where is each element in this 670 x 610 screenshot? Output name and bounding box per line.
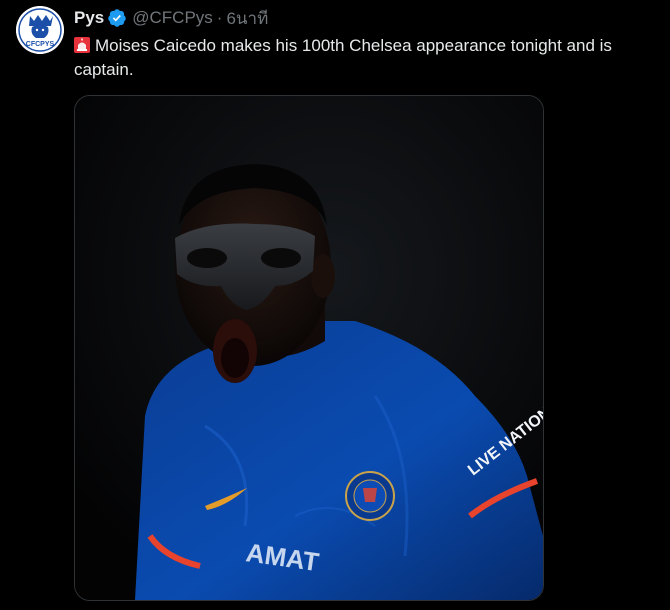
author-handle[interactable]: @CFCPys	[132, 8, 213, 28]
avatar[interactable]: CFCPYS	[16, 6, 64, 54]
player-photo: AMAT LIVE NATION	[75, 96, 543, 600]
avatar-logo: CFCPYS	[16, 6, 64, 54]
avatar-text: CFCPYS	[26, 41, 55, 48]
tweet-media-photo[interactable]: AMAT LIVE NATION	[74, 95, 544, 601]
timestamp[interactable]: 6นาที	[226, 5, 268, 32]
display-name[interactable]: Pys	[74, 8, 104, 28]
tweet-content: Pys @CFCPys · 6นาที Moises Caicedo makes…	[74, 6, 662, 82]
tweet-header: Pys @CFCPys · 6นาที	[74, 6, 662, 30]
siren-icon	[74, 36, 90, 53]
verified-badge-icon[interactable]	[107, 8, 127, 28]
tweet-text: Moises Caicedo makes his 100th Chelsea a…	[74, 34, 666, 82]
separator-dot: ·	[216, 8, 223, 27]
tweet-card[interactable]: CFCPYS Pys @CFCPys · 6นาที Moises Caiced…	[0, 0, 670, 610]
tweet-text-body: Moises Caicedo makes his 100th Chelsea a…	[74, 36, 612, 79]
